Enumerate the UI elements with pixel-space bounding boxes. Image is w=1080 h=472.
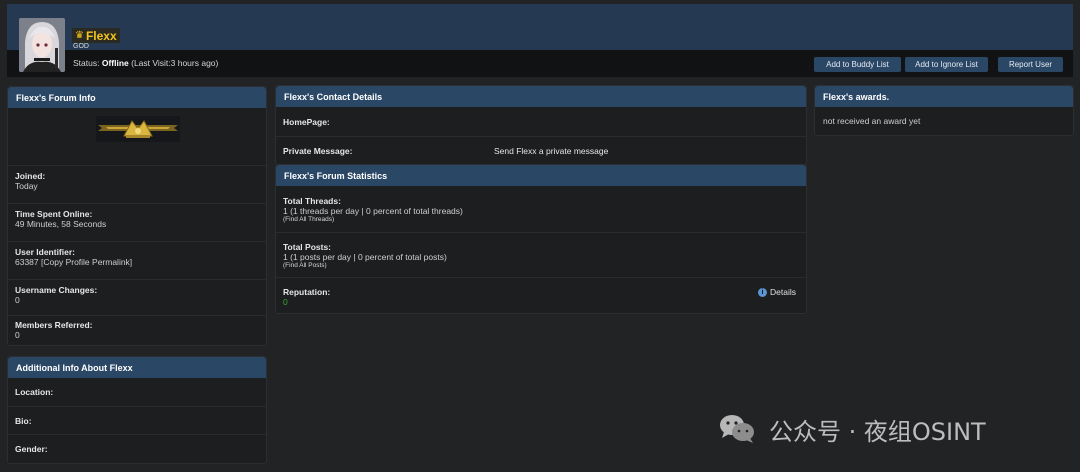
info-icon: i — [758, 287, 768, 297]
status-line: Status: Offline (Last Visit:3 hours ago) — [73, 58, 218, 68]
add-ignore-button[interactable]: Add to Ignore List — [905, 57, 988, 72]
total-threads-label: Total Threads: — [283, 196, 341, 206]
username-changes-row: Username Changes: 0 — [8, 279, 266, 315]
location-label: Location: — [15, 387, 54, 397]
reputation-details-link[interactable]: i Details — [758, 287, 796, 297]
members-referred-row: Members Referred: 0 — [8, 315, 266, 346]
reputation-row: Reputation: 0 i Details — [276, 277, 806, 314]
statistics-title: Flexx's Forum Statistics — [276, 165, 806, 186]
joined-label: Joined: — [15, 171, 46, 181]
time-online-row: Time Spent Online: 49 Minutes, 58 Second… — [8, 203, 266, 241]
add-buddy-button[interactable]: Add to Buddy List — [814, 57, 901, 72]
watermark: 公众号 · 夜组OSINT — [719, 412, 986, 446]
homepage-label: HomePage: — [283, 117, 330, 127]
joined-value: Today — [15, 181, 38, 191]
awards-title: Flexx's awards. — [815, 86, 1073, 107]
user-identifier-value[interactable]: 63387 [Copy Profile Permalink] — [15, 257, 266, 267]
username-changes-label: Username Changes: — [15, 285, 98, 295]
private-message-link[interactable]: Send Flexx a private message — [494, 146, 608, 156]
user-identifier-row: User Identifier: 63387 [Copy Profile Per… — [8, 241, 266, 279]
reputation-label: Reputation: — [283, 287, 331, 297]
total-posts-label: Total Posts: — [283, 242, 332, 252]
status-value: Offline — [101, 58, 129, 68]
gender-label: Gender: — [15, 444, 48, 454]
total-posts-row: Total Posts: 1 (1 posts per day | 0 perc… — [276, 232, 806, 277]
watermark-text: 公众号 · 夜组OSINT — [769, 417, 986, 446]
username: Flexx — [85, 28, 117, 43]
status-prefix: Status: — [73, 58, 102, 68]
additional-info-panel: Additional Info About Flexx Location: Bi… — [7, 356, 267, 464]
joined-row: Joined: Today — [8, 165, 266, 203]
additional-info-title: Additional Info About Flexx — [8, 357, 266, 378]
location-row: Location: — [8, 378, 266, 406]
awards-row: not received an award yet — [815, 107, 1073, 135]
report-user-button[interactable]: Report User — [998, 57, 1063, 72]
gender-row: Gender: — [8, 434, 266, 463]
bio-row: Bio: — [8, 406, 266, 434]
profile-banner — [7, 4, 1073, 50]
crown-icon: ♛ — [75, 29, 84, 41]
members-referred-label: Members Referred: — [15, 320, 93, 330]
username-changes-value: 0 — [15, 295, 20, 305]
avatar[interactable] — [19, 18, 65, 72]
awards-empty-text: not received an award yet — [823, 116, 921, 126]
bio-label: Bio: — [15, 416, 32, 426]
contact-panel: Flexx's Contact Details HomePage: Privat… — [275, 85, 807, 165]
username-badge[interactable]: ♛ Flexx — [72, 28, 120, 43]
total-threads-value: 1 (1 threads per day | 0 percent of tota… — [283, 206, 463, 216]
reputation-value: 0 — [283, 297, 288, 307]
members-referred-value: 0 — [15, 330, 20, 340]
awards-panel: Flexx's awards. not received an award ye… — [814, 85, 1074, 136]
forum-info-title: Flexx's Forum Info — [8, 87, 266, 108]
user-identifier-label: User Identifier: — [15, 247, 75, 257]
time-online-value: 49 Minutes, 58 Seconds — [15, 219, 107, 229]
find-posts-link[interactable]: (Find All Posts) — [283, 262, 806, 269]
find-threads-link[interactable]: (Find All Threads) — [283, 216, 806, 223]
homepage-row: HomePage: — [276, 107, 806, 136]
contact-title: Flexx's Contact Details — [276, 86, 806, 107]
profile-header: ♛ Flexx GOD Status: Offline (Last Visit:… — [7, 4, 1073, 77]
total-threads-row: Total Threads: 1 (1 threads per day | 0 … — [276, 187, 806, 232]
wechat-icon — [720, 415, 754, 443]
total-posts-value: 1 (1 posts per day | 0 percent of total … — [283, 252, 447, 262]
time-online-label: Time Spent Online: — [15, 209, 93, 219]
private-message-row: Private Message: Send Flexx a private me… — [276, 136, 806, 165]
details-label: Details — [770, 287, 796, 297]
rank-emblem — [96, 116, 180, 142]
user-rank: GOD — [73, 43, 89, 50]
forum-info-panel: Flexx's Forum Info Joined: Today Time Sp… — [7, 86, 267, 346]
statistics-panel: Flexx's Forum Statistics Total Threads: … — [275, 164, 807, 314]
last-visit: (Last Visit:3 hours ago) — [128, 58, 219, 68]
